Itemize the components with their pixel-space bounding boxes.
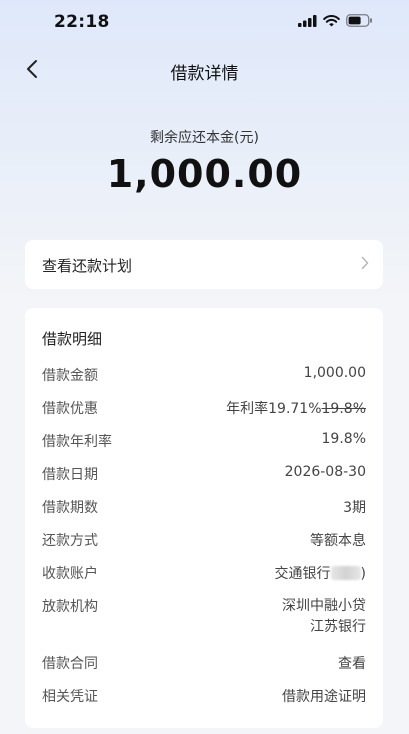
cellular-signal-icon: [298, 14, 317, 27]
row-lending-institution: 放款机构 深圳中融小贷江苏银行: [42, 596, 366, 636]
loan-amount-value: 1,000.00: [303, 365, 366, 381]
row-loan-contract: 借款合同 查看: [42, 653, 366, 673]
remaining-principal-label: 剩余应还本金(元): [150, 130, 259, 146]
page-title: 借款详情: [170, 64, 239, 84]
loan-terms-value: 3期: [343, 500, 366, 516]
row-label: 借款期数: [42, 500, 98, 516]
wifi-icon: [323, 14, 340, 26]
row-label: 借款年利率: [42, 434, 112, 450]
discounted-rate: 年利率19.71%: [226, 401, 322, 417]
row-annual-rate: 借款年利率 19.8%: [42, 431, 366, 451]
row-label: 借款金额: [42, 368, 98, 384]
loan-discount-value: 年利率19.71%19.8%: [226, 398, 366, 418]
receiving-account-value: 交通银行): [275, 563, 366, 583]
repayment-plan-link[interactable]: 查看还款计划: [25, 240, 383, 289]
loan-date-value: 2026-08-30: [284, 464, 366, 480]
row-repayment-method: 还款方式 等额本息: [42, 530, 366, 550]
row-label: 借款合同: [42, 656, 98, 672]
chevron-right-icon: [361, 256, 369, 270]
row-related-voucher: 相关凭证 借款用途证明: [42, 686, 366, 706]
row-label: 还款方式: [42, 533, 98, 549]
view-contract-link[interactable]: 查看: [338, 653, 366, 673]
row-label: 借款日期: [42, 467, 98, 483]
lender-line-1: 深圳中融小贷: [282, 598, 366, 614]
masked-account-number: [330, 566, 361, 580]
account-suffix: ): [360, 566, 366, 582]
loan-details-card: 借款明细 借款金额 1,000.00 借款优惠 年利率19.71%19.8% 借…: [25, 308, 383, 728]
row-label: 放款机构: [42, 599, 98, 615]
loan-purpose-proof-link[interactable]: 借款用途证明: [282, 686, 366, 706]
row-label: 借款优惠: [42, 401, 98, 417]
row-label: 相关凭证: [42, 689, 98, 705]
status-bar: 22:18: [0, 0, 409, 44]
row-loan-date: 借款日期 2026-08-30: [42, 464, 366, 484]
navigation-bar: 借款详情: [0, 50, 409, 90]
row-loan-discount: 借款优惠 年利率19.71%19.8%: [42, 398, 366, 418]
annual-rate-value: 19.8%: [321, 431, 366, 447]
loan-details-title: 借款明细: [42, 330, 103, 348]
original-rate: 19.8%: [321, 401, 366, 417]
row-receiving-account: 收款账户 交通银行): [42, 563, 366, 583]
row-label: 收款账户: [42, 566, 98, 582]
status-icons: [298, 14, 373, 27]
repayment-plan-label: 查看还款计划: [42, 257, 133, 275]
row-loan-amount: 借款金额 1,000.00: [42, 365, 366, 385]
lending-institution-value: 深圳中融小贷江苏银行: [282, 596, 366, 638]
status-time: 22:18: [54, 12, 110, 32]
row-loan-terms: 借款期数 3期: [42, 497, 366, 517]
lender-line-2: 江苏银行: [310, 619, 366, 635]
repayment-method-value: 等额本息: [310, 533, 366, 549]
remaining-principal-amount: 1,000.00: [106, 152, 303, 196]
bank-name: 交通银行: [274, 566, 331, 582]
battery-icon: [346, 14, 372, 27]
